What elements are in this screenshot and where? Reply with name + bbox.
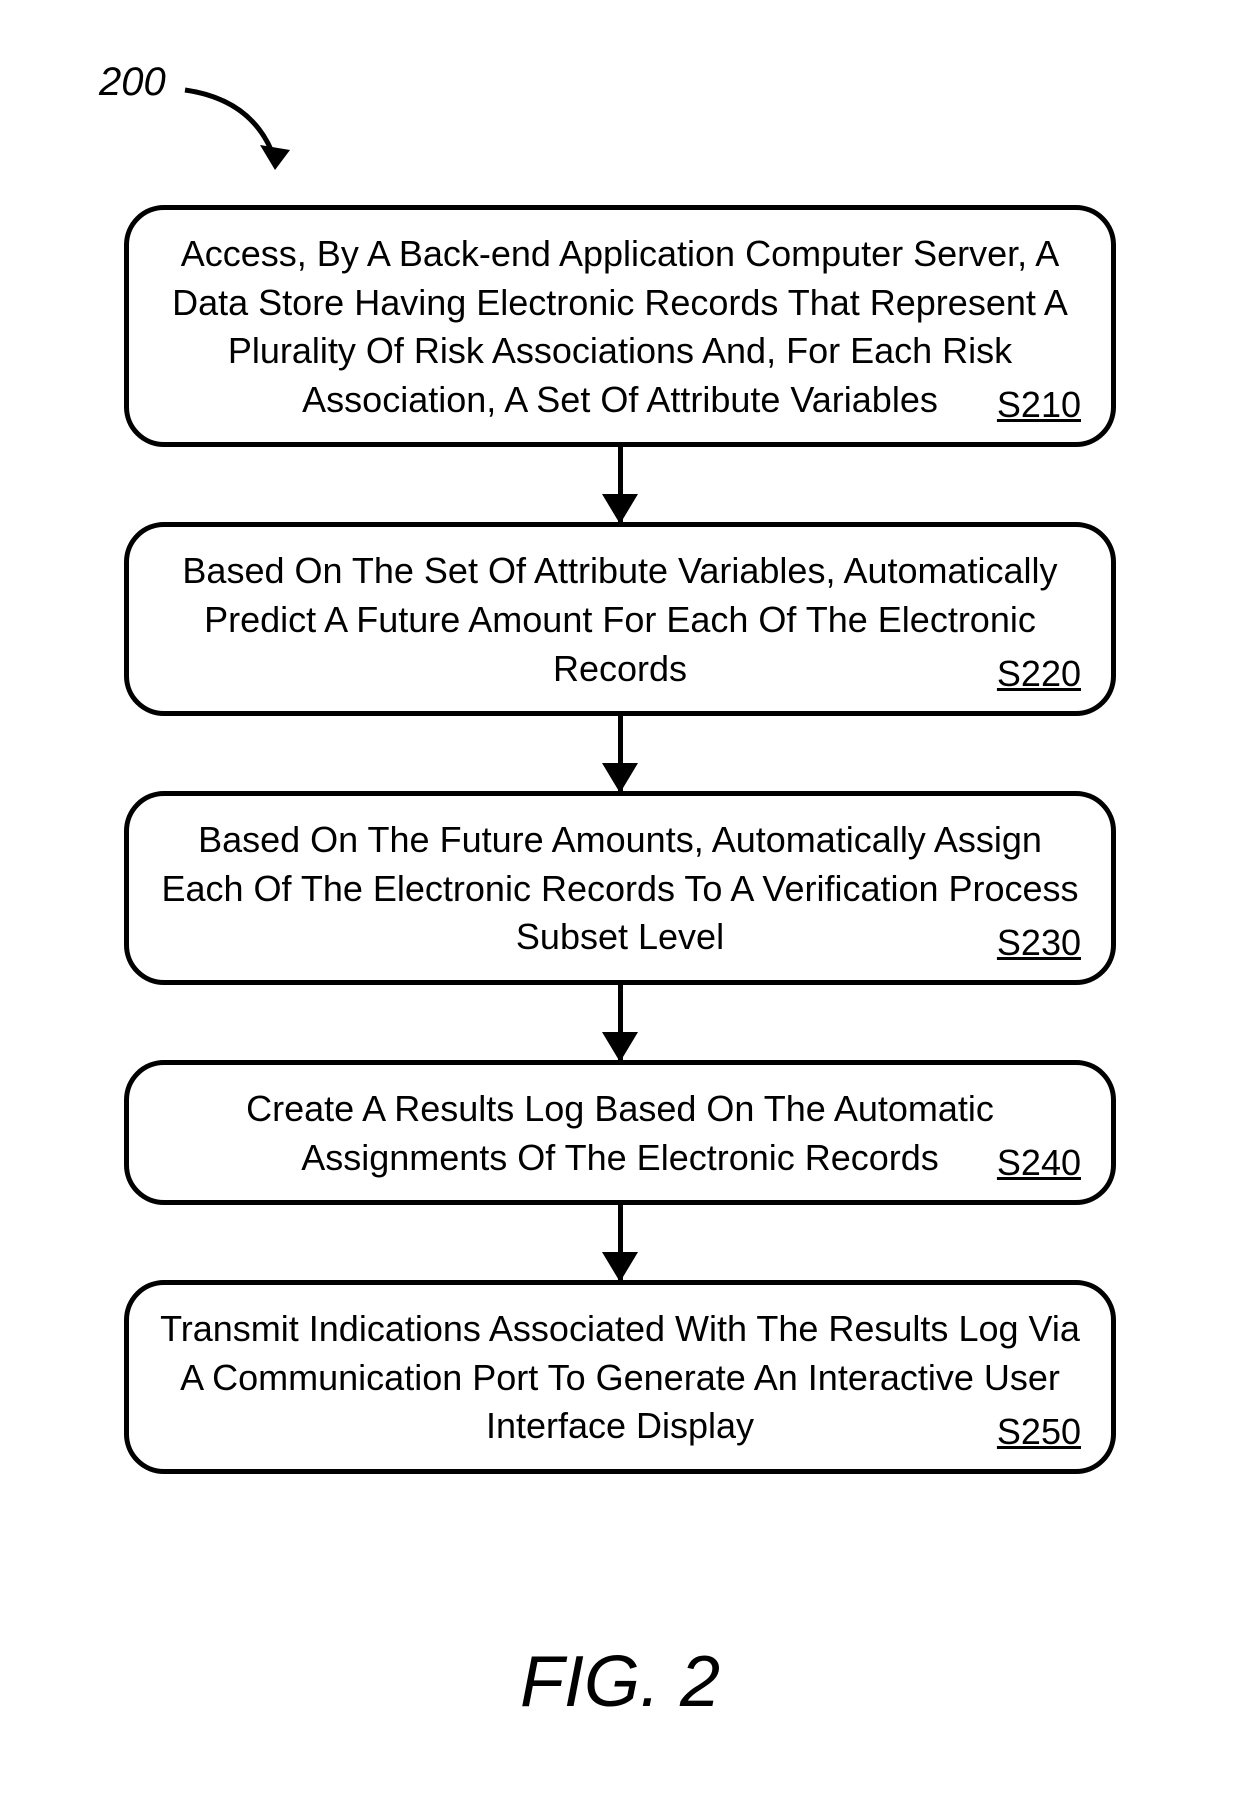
step-box-s230: Based On The Future Amounts, Automatical… [124,791,1116,985]
figure-label: FIG. 2 [520,1641,720,1723]
step-box-s250: Transmit Indications Associated With The… [124,1280,1116,1474]
reference-arrow-icon [175,80,325,210]
step-label: S210 [997,384,1081,426]
arrow-down-icon [618,716,623,791]
step-text: Create A Results Log Based On The Automa… [154,1085,1086,1182]
step-text: Transmit Indications Associated With The… [154,1305,1086,1451]
step-label: S250 [997,1411,1081,1453]
step-text: Access, By A Back-end Application Comput… [154,230,1086,424]
reference-number: 200 [99,60,166,105]
flowchart-container: Access, By A Back-end Application Comput… [124,205,1116,1474]
step-label: S240 [997,1142,1081,1184]
arrow-down-icon [618,985,623,1060]
arrow-down-icon [618,447,623,522]
step-label: S220 [997,653,1081,695]
step-box-s240: Create A Results Log Based On The Automa… [124,1060,1116,1205]
step-box-s210: Access, By A Back-end Application Comput… [124,205,1116,447]
step-text: Based On The Future Amounts, Automatical… [154,816,1086,962]
arrow-down-icon [618,1205,623,1280]
step-box-s220: Based On The Set Of Attribute Variables,… [124,522,1116,716]
step-label: S230 [997,922,1081,964]
step-text: Based On The Set Of Attribute Variables,… [154,547,1086,693]
